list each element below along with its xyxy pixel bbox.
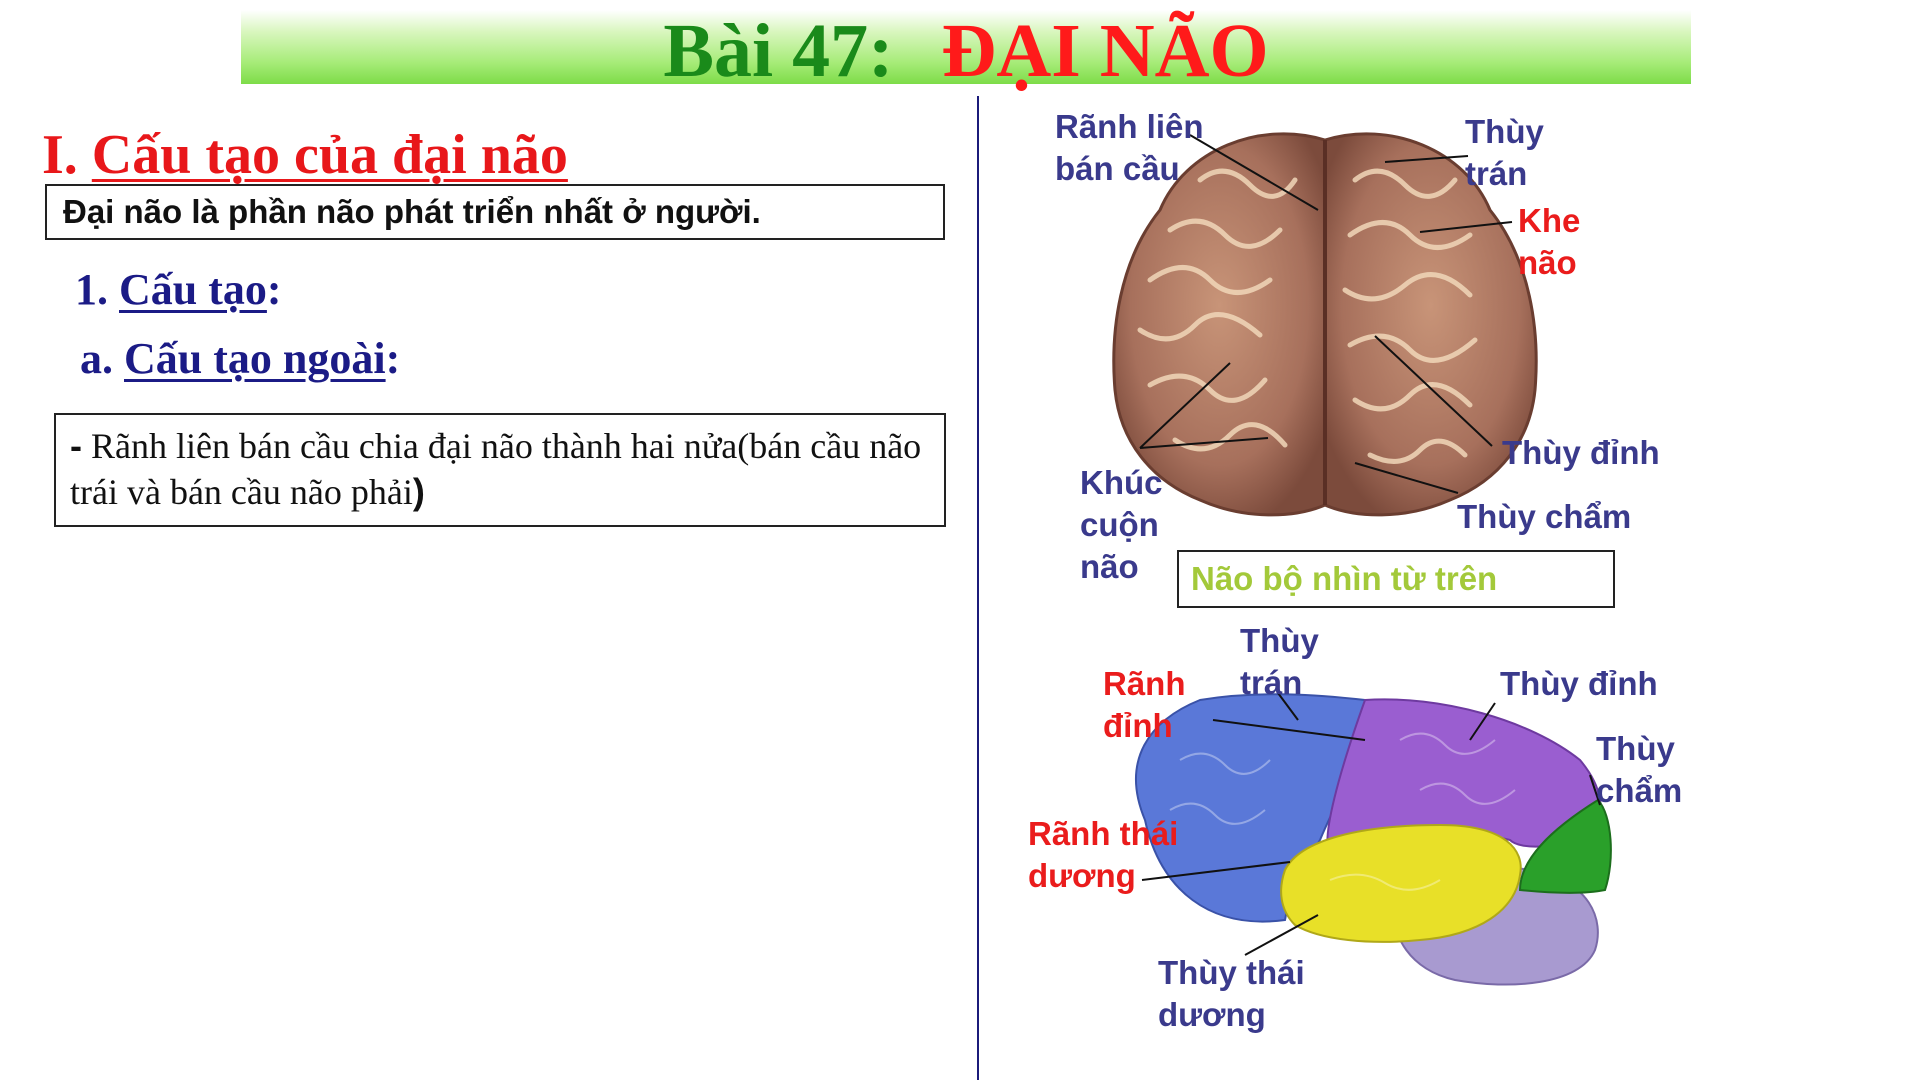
label-thuy-tran-top-line1: Thùy [1465,113,1544,150]
top-view-caption: Não bộ nhìn từ trên [1177,550,1615,608]
label-ranh-dinh-line1: Rãnh [1103,665,1186,702]
brain-side-view [1135,692,1612,986]
label-thuy-thai-duong-line2: dương [1158,996,1266,1033]
label-khuc-cuon-nao-line1: Khúc [1080,464,1163,501]
label-thuy-cham-side-line2: chẩm [1596,772,1683,809]
label-ranh-thai-duong-line2: dương [1028,857,1136,894]
label-khuc-cuon-nao-line2: cuộn [1080,506,1159,543]
label-khe-nao-line2: não [1518,244,1577,281]
label-thuy-tran-top-line2: trán [1465,155,1528,192]
label-thuy-tran-side-line1: Thùy [1240,622,1319,659]
label-khe-nao: Khe não [1518,200,1580,284]
label-khuc-cuon-nao: Khúc cuộn não [1080,462,1163,588]
brain-illustrations [1112,132,1612,986]
label-khe-nao-line1: Khe [1518,202,1581,239]
label-thuy-thai-duong: Thùy thái dương [1158,952,1305,1036]
left-hemisphere [1112,132,1327,517]
label-ranh-thai-duong: Rãnh thái dương [1028,813,1178,897]
label-ranh-lien-ban-cau: Rãnh liên bán cầu [1055,106,1204,190]
label-thuy-cham-side: Thùy chẩm [1596,728,1682,812]
label-thuy-tran-side-line2: trán [1240,664,1303,701]
label-ranh-lien-ban-cau-line1: Rãnh liên [1055,108,1204,145]
label-thuy-tran-side: Thùy trán [1240,620,1319,704]
label-thuy-cham-top: Thùy chẩm [1457,498,1632,535]
label-thuy-tran-top: Thùy trán [1465,111,1544,195]
label-ranh-dinh-line2: đỉnh [1103,707,1173,744]
label-thuy-dinh-side: Thùy đỉnh [1500,665,1658,702]
label-ranh-thai-duong-line1: Rãnh thái [1028,815,1179,852]
label-khuc-cuon-nao-line3: não [1080,548,1139,585]
label-thuy-dinh-top: Thùy đỉnh [1502,434,1660,471]
label-ranh-dinh: Rãnh đỉnh [1103,663,1186,747]
label-thuy-thai-duong-line1: Thùy thái [1158,954,1305,991]
label-ranh-lien-ban-cau-line2: bán cầu [1055,150,1180,187]
label-thuy-cham-side-line1: Thùy [1596,730,1675,767]
